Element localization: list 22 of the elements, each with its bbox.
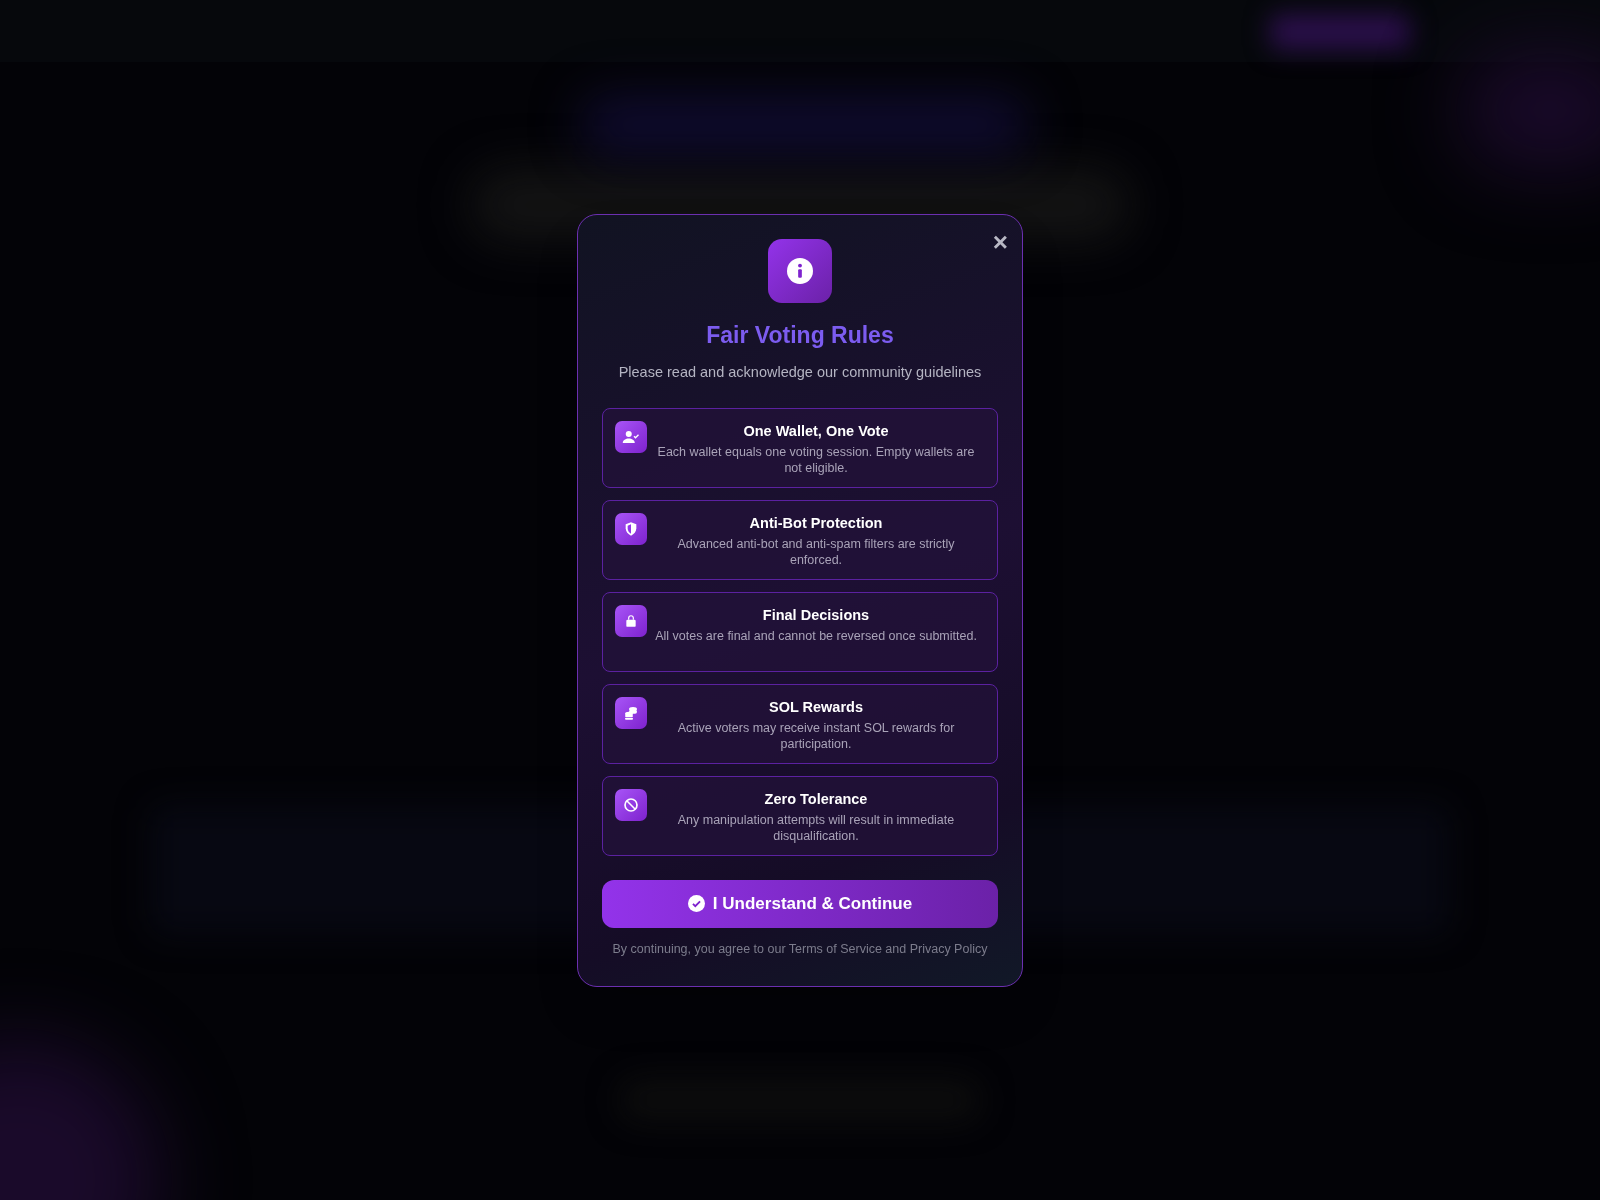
rule-description: Any manipulation attempts will result in immediate disqualification. [676, 811, 956, 844]
shield-icon [615, 512, 647, 545]
rule-title: SOL Rewards [769, 697, 863, 716]
rule-description: Each wallet equals one voting session. Empty wallets are not eligible. [656, 443, 976, 476]
rule-title: Anti-Bot Protection [749, 513, 883, 532]
prohibited-icon [615, 788, 647, 821]
rule-description: Advanced anti-bot and anti-spam filters are strictly enforced. [676, 535, 956, 568]
rule-title: One Wallet, One Vote [743, 421, 889, 440]
rule-description: All votes are final and cannot be reversed once submitted. [655, 627, 977, 644]
terms-note: By continuing, you agree to our Terms of Service and Privacy Policy [612, 940, 988, 958]
check-circle-icon [687, 895, 705, 912]
understand-continue-button[interactable]: I Understand & Continue [602, 879, 998, 928]
rule-title: Zero Tolerance [764, 789, 868, 808]
dialog-title: Fair Voting Rules [706, 321, 894, 350]
coins-icon [615, 696, 647, 729]
rule-title: Final Decisions [762, 605, 870, 624]
info-icon [768, 239, 832, 303]
rule-description: Active voters may receive instant SOL rewards for participation. [676, 719, 956, 752]
dialog-subtitle: Please read and acknowledge our community guidelines [618, 362, 982, 382]
user-check-icon [615, 420, 647, 453]
close-button[interactable]: × [992, 229, 1008, 255]
padlock-icon [615, 604, 647, 637]
